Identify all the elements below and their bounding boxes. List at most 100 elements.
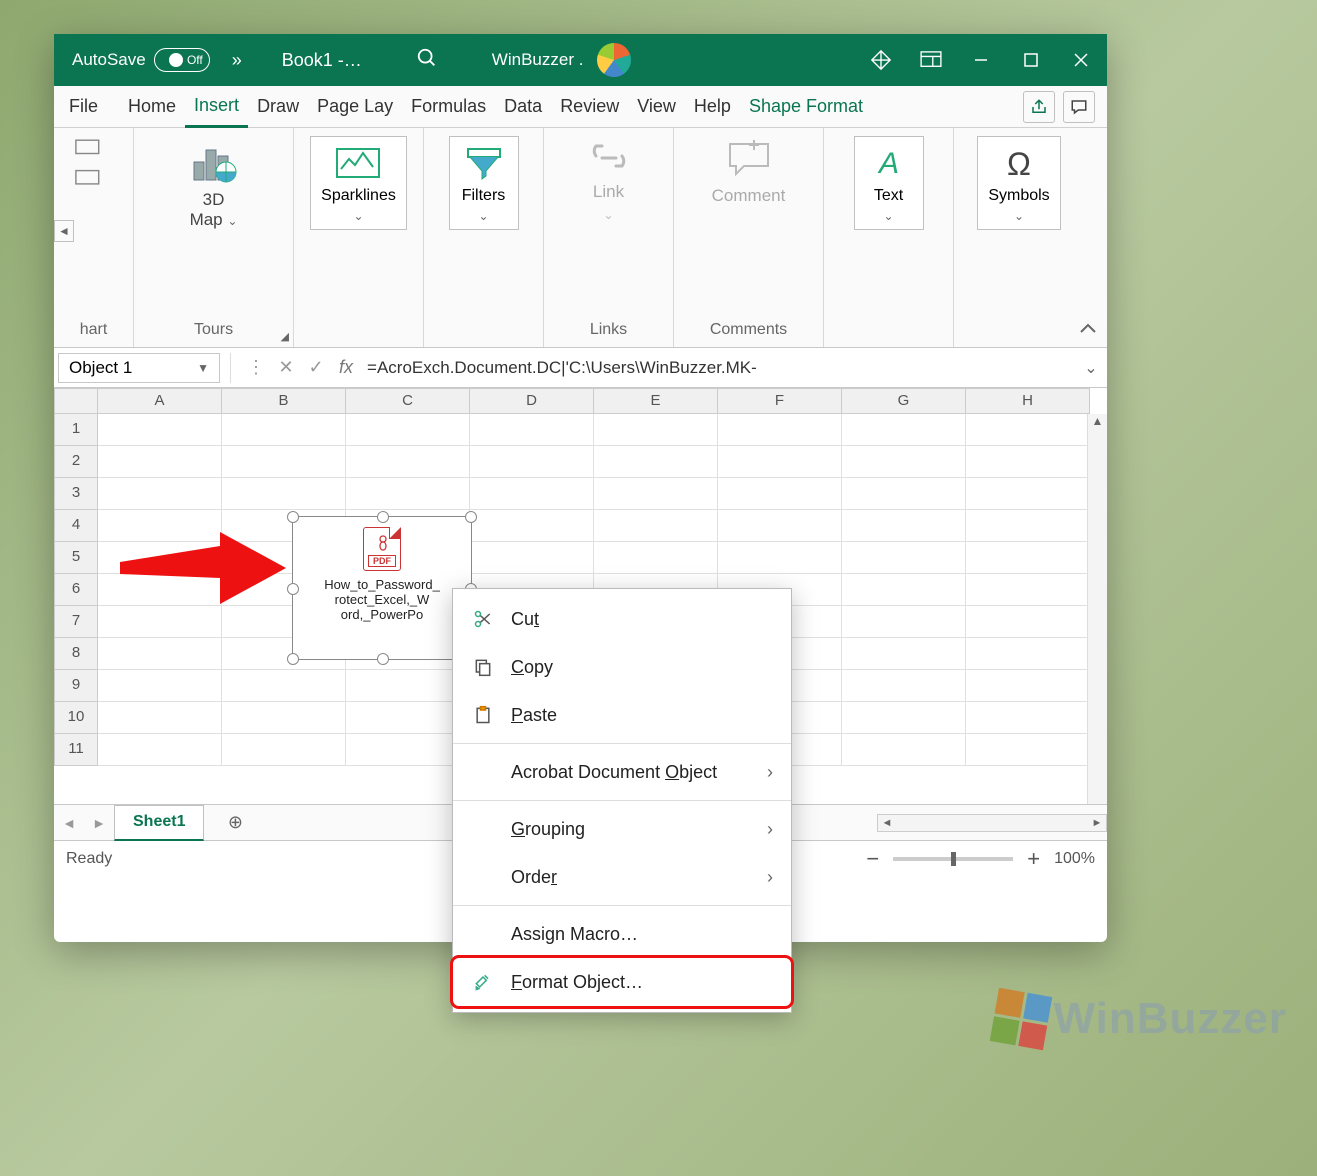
search-icon[interactable] [416,47,438,74]
col-header[interactable]: D [470,388,594,414]
col-header[interactable]: C [346,388,470,414]
tab-view[interactable]: View [628,86,685,128]
chart-partial-icon[interactable] [74,136,114,196]
svg-text:Ω: Ω [1007,146,1031,182]
toggle-knob [169,53,183,67]
group-label-comments: Comments [710,321,787,341]
menu-acrobat-object[interactable]: Acrobat Document ObjectAcrobat Document … [453,748,791,796]
resize-handle[interactable] [287,583,299,595]
group-tours: 3D Map ⌄ Tours ◢ [134,128,294,347]
col-header[interactable]: B [222,388,346,414]
avatar[interactable] [597,43,631,77]
resize-handle[interactable] [377,653,389,665]
cancel-formula-icon[interactable]: ✕ [271,357,301,378]
qat-overflow-icon[interactable]: » [232,50,242,71]
tab-file[interactable]: File [60,86,107,128]
add-sheet-button[interactable]: ⊕ [218,810,252,836]
enter-formula-icon[interactable]: ✓ [301,357,331,378]
tab-review[interactable]: Review [551,86,628,128]
minimize-button[interactable] [963,42,999,78]
resize-handle[interactable] [465,511,477,523]
dialog-launcher-icon[interactable]: ◢ [281,330,289,343]
text-icon: A [865,143,913,183]
sparklines-button[interactable]: Sparklines ⌄ [310,136,407,230]
menu-copy[interactable]: CopyCopy [453,643,791,691]
group-sparklines: Sparklines ⌄ [294,128,424,347]
horizontal-scrollbar[interactable]: ◄► [877,814,1107,832]
ribbon-mode-icon[interactable] [913,42,949,78]
maximize-button[interactable] [1013,42,1049,78]
row-header[interactable]: 1 [54,414,98,446]
vertical-scrollbar[interactable]: ▲ [1087,414,1107,804]
tab-page-layout[interactable]: Page Lay [308,86,402,128]
formula-bar[interactable]: =AcroExch.Document.DC|'C:\Users\WinBuzze… [361,358,1079,378]
menu-order[interactable]: OrderOrder › [453,853,791,901]
winbuzzer-logo-icon [989,988,1052,1051]
group-text: A Text ⌄ [824,128,954,347]
tab-draw[interactable]: Draw [248,86,308,128]
comment-button[interactable]: Comment [712,136,786,206]
menu-grouping[interactable]: GroupingGrouping › [453,805,791,853]
row-header[interactable]: 3 [54,478,98,510]
row-header[interactable]: 2 [54,446,98,478]
namebox-dropdown-icon[interactable]: ▼ [197,361,209,375]
format-icon [471,972,495,992]
filters-button[interactable]: Filters ⌄ [449,136,519,230]
tab-home[interactable]: Home [119,86,185,128]
close-button[interactable] [1063,42,1099,78]
tab-help[interactable]: Help [685,86,740,128]
sheet-nav-right-icon[interactable]: ► [84,815,114,831]
col-header[interactable]: F [718,388,842,414]
autosave[interactable]: AutoSave Off [72,48,210,72]
formula-bar-row: Object 1 ▼ ⋮ ✕ ✓ fx =AcroExch.Document.D… [54,348,1107,388]
col-header[interactable]: A [98,388,222,414]
menu-assign-macro[interactable]: Assign Macro…Assign Macro… [453,910,791,958]
resize-handle[interactable] [287,511,299,523]
link-button[interactable]: Link ⌄ [582,136,636,222]
name-box[interactable]: Object 1 ▼ [58,353,220,383]
expand-formula-bar-icon[interactable]: ⌄ [1079,358,1103,378]
tab-formulas[interactable]: Formulas [402,86,495,128]
globe-icon [186,136,242,184]
zoom-level[interactable]: 100% [1054,850,1095,868]
col-header[interactable]: H [966,388,1090,414]
chevron-right-icon: › [767,867,773,888]
row-header[interactable]: 9 [54,670,98,702]
col-header[interactable]: E [594,388,718,414]
select-all-corner[interactable] [54,388,98,414]
row-header[interactable]: 5 [54,542,98,574]
symbols-button[interactable]: Ω Symbols ⌄ [977,136,1060,230]
tab-shape-format[interactable]: Shape Format [740,86,872,128]
zoom-out-button[interactable]: − [866,846,879,872]
row-header[interactable]: 10 [54,702,98,734]
comments-button[interactable] [1063,91,1095,123]
row-header[interactable]: 11 [54,734,98,766]
row-header[interactable]: 4 [54,510,98,542]
resize-handle[interactable] [377,511,389,523]
collapse-ribbon-icon[interactable] [1079,322,1097,341]
autosave-toggle[interactable]: Off [154,48,210,72]
share-button[interactable] [1023,91,1055,123]
tab-insert[interactable]: Insert [185,86,248,128]
text-button[interactable]: A Text ⌄ [854,136,924,230]
menu-format-object[interactable]: Format Object…Format Object… [453,958,791,1006]
paste-icon [471,705,495,725]
resize-handle[interactable] [287,653,299,665]
row-header[interactable]: 6 [54,574,98,606]
group-links: Link ⌄ Links [544,128,674,347]
sparkline-icon [331,143,385,183]
tab-data[interactable]: Data [495,86,551,128]
menu-cut[interactable]: CutCut [453,595,791,643]
sheet-nav-left-icon[interactable]: ◄ [54,815,84,831]
fx-label[interactable]: fx [339,357,353,378]
zoom-slider[interactable] [893,857,1013,861]
row-header[interactable]: 7 [54,606,98,638]
embedded-pdf-object[interactable]: PDF How_to_Password_ rotect_Excel,_W ord… [292,516,472,660]
premium-icon[interactable] [863,42,899,78]
sheet-tab-sheet1[interactable]: Sheet1 [114,805,204,841]
3d-map-button[interactable]: 3D Map ⌄ [186,136,242,230]
row-header[interactable]: 8 [54,638,98,670]
menu-paste[interactable]: PastePaste [453,691,791,739]
col-header[interactable]: G [842,388,966,414]
zoom-in-button[interactable]: + [1027,846,1040,872]
